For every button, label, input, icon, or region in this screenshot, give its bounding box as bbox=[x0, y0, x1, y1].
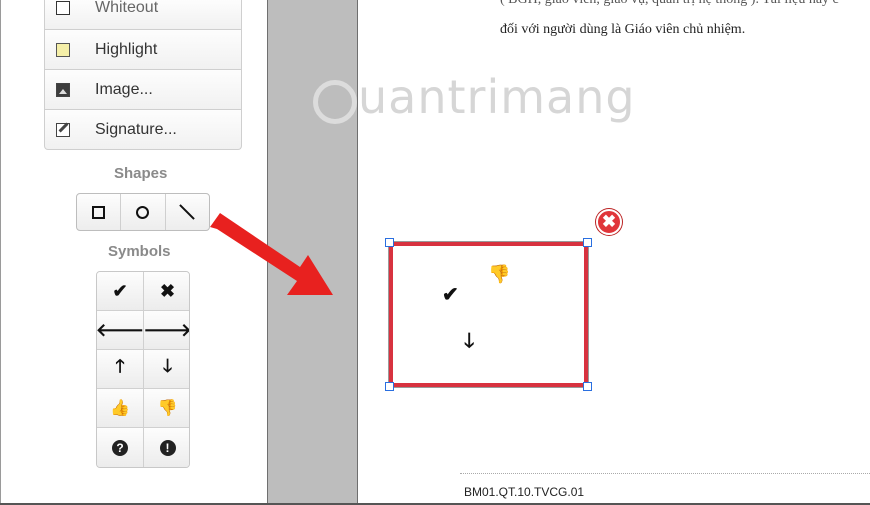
whiteout-icon bbox=[56, 1, 70, 15]
tool-list: Whiteout Highlight Image... Signature... bbox=[44, 0, 242, 150]
signature-icon bbox=[56, 122, 70, 137]
symbols-heading: Symbols bbox=[108, 243, 171, 260]
footer-divider bbox=[460, 473, 870, 474]
line-icon bbox=[179, 204, 196, 220]
thumbs-up-icon: 👍 bbox=[110, 400, 130, 417]
shapes-heading: Shapes bbox=[114, 165, 168, 182]
tool-signature[interactable]: Signature... bbox=[44, 110, 242, 150]
resize-handle-top-left[interactable] bbox=[385, 238, 394, 247]
thumbs-down-button[interactable]: 👎 bbox=[144, 389, 189, 428]
thumbs-down-annotation[interactable]: 👎 bbox=[488, 265, 510, 283]
document-text-line: ( BGH, giáo viên, giáo vụ, quản trị hệ t… bbox=[500, 0, 839, 8]
exclamation-icon: ! bbox=[159, 439, 176, 456]
arrow-left-button[interactable]: 🡐 bbox=[97, 311, 144, 350]
line-button[interactable] bbox=[166, 194, 209, 230]
highlight-icon bbox=[56, 42, 70, 57]
cross-button[interactable]: ✖ bbox=[144, 272, 189, 311]
tool-label: Highlight bbox=[95, 40, 158, 58]
symbols-grid: ✔ ✖ 🡐 🡒 🡑 🡓 👍 👎 ? ! bbox=[96, 271, 190, 468]
shapes-toolbar bbox=[76, 193, 210, 231]
arrow-left-icon: 🡐 bbox=[96, 319, 145, 340]
circle-button[interactable] bbox=[121, 194, 166, 230]
question-button[interactable]: ? bbox=[97, 428, 144, 467]
arrow-up-button[interactable]: 🡑 bbox=[97, 350, 144, 389]
thumbs-up-button[interactable]: 👍 bbox=[97, 389, 144, 428]
check-mark-annotation[interactable]: ✔ bbox=[442, 285, 459, 305]
resize-handle-top-right[interactable] bbox=[583, 238, 592, 247]
check-icon: ✔ bbox=[112, 280, 128, 301]
tool-whiteout[interactable]: Whiteout bbox=[44, 0, 242, 30]
exclamation-button[interactable]: ! bbox=[144, 428, 189, 467]
resize-handle-bottom-left[interactable] bbox=[385, 382, 394, 391]
close-icon: ✖ bbox=[601, 212, 617, 231]
watermark-logo-icon bbox=[313, 80, 357, 124]
arrow-down-button[interactable]: 🡓 bbox=[144, 350, 189, 389]
tool-highlight[interactable]: Highlight bbox=[44, 30, 242, 70]
arrow-down-annotation[interactable]: 🡓 bbox=[464, 331, 474, 351]
tool-label: Whiteout bbox=[95, 0, 159, 16]
arrow-down-icon: 🡓 bbox=[162, 356, 173, 376]
arrow-up-icon: 🡑 bbox=[115, 356, 125, 376]
cross-icon: ✖ bbox=[159, 280, 176, 301]
tool-label: Signature... bbox=[95, 120, 177, 138]
arrow-right-button[interactable]: 🡒 bbox=[143, 311, 190, 350]
tool-label: Image... bbox=[95, 80, 153, 98]
document-text-line: đối với người dùng là Giáo viên chủ nhiệ… bbox=[500, 22, 746, 37]
arrow-right-icon: 🡒 bbox=[143, 319, 190, 340]
check-button[interactable]: ✔ bbox=[97, 272, 144, 311]
circle-icon bbox=[136, 205, 150, 219]
rectangle-icon bbox=[92, 205, 106, 219]
pointer-arrow-icon bbox=[210, 213, 333, 295]
question-icon: ? bbox=[112, 439, 128, 456]
tool-image[interactable]: Image... bbox=[44, 70, 242, 110]
rectangle-button[interactable] bbox=[77, 194, 122, 230]
image-icon bbox=[56, 82, 70, 97]
resize-handle-bottom-right[interactable] bbox=[583, 382, 592, 391]
thumbs-down-icon: 👎 bbox=[157, 400, 178, 417]
delete-annotation-button[interactable]: ✖ bbox=[596, 209, 622, 235]
watermark-text: uantrimang bbox=[358, 70, 636, 124]
footer-code: BM01.QT.10.TVCG.01 bbox=[464, 485, 585, 499]
